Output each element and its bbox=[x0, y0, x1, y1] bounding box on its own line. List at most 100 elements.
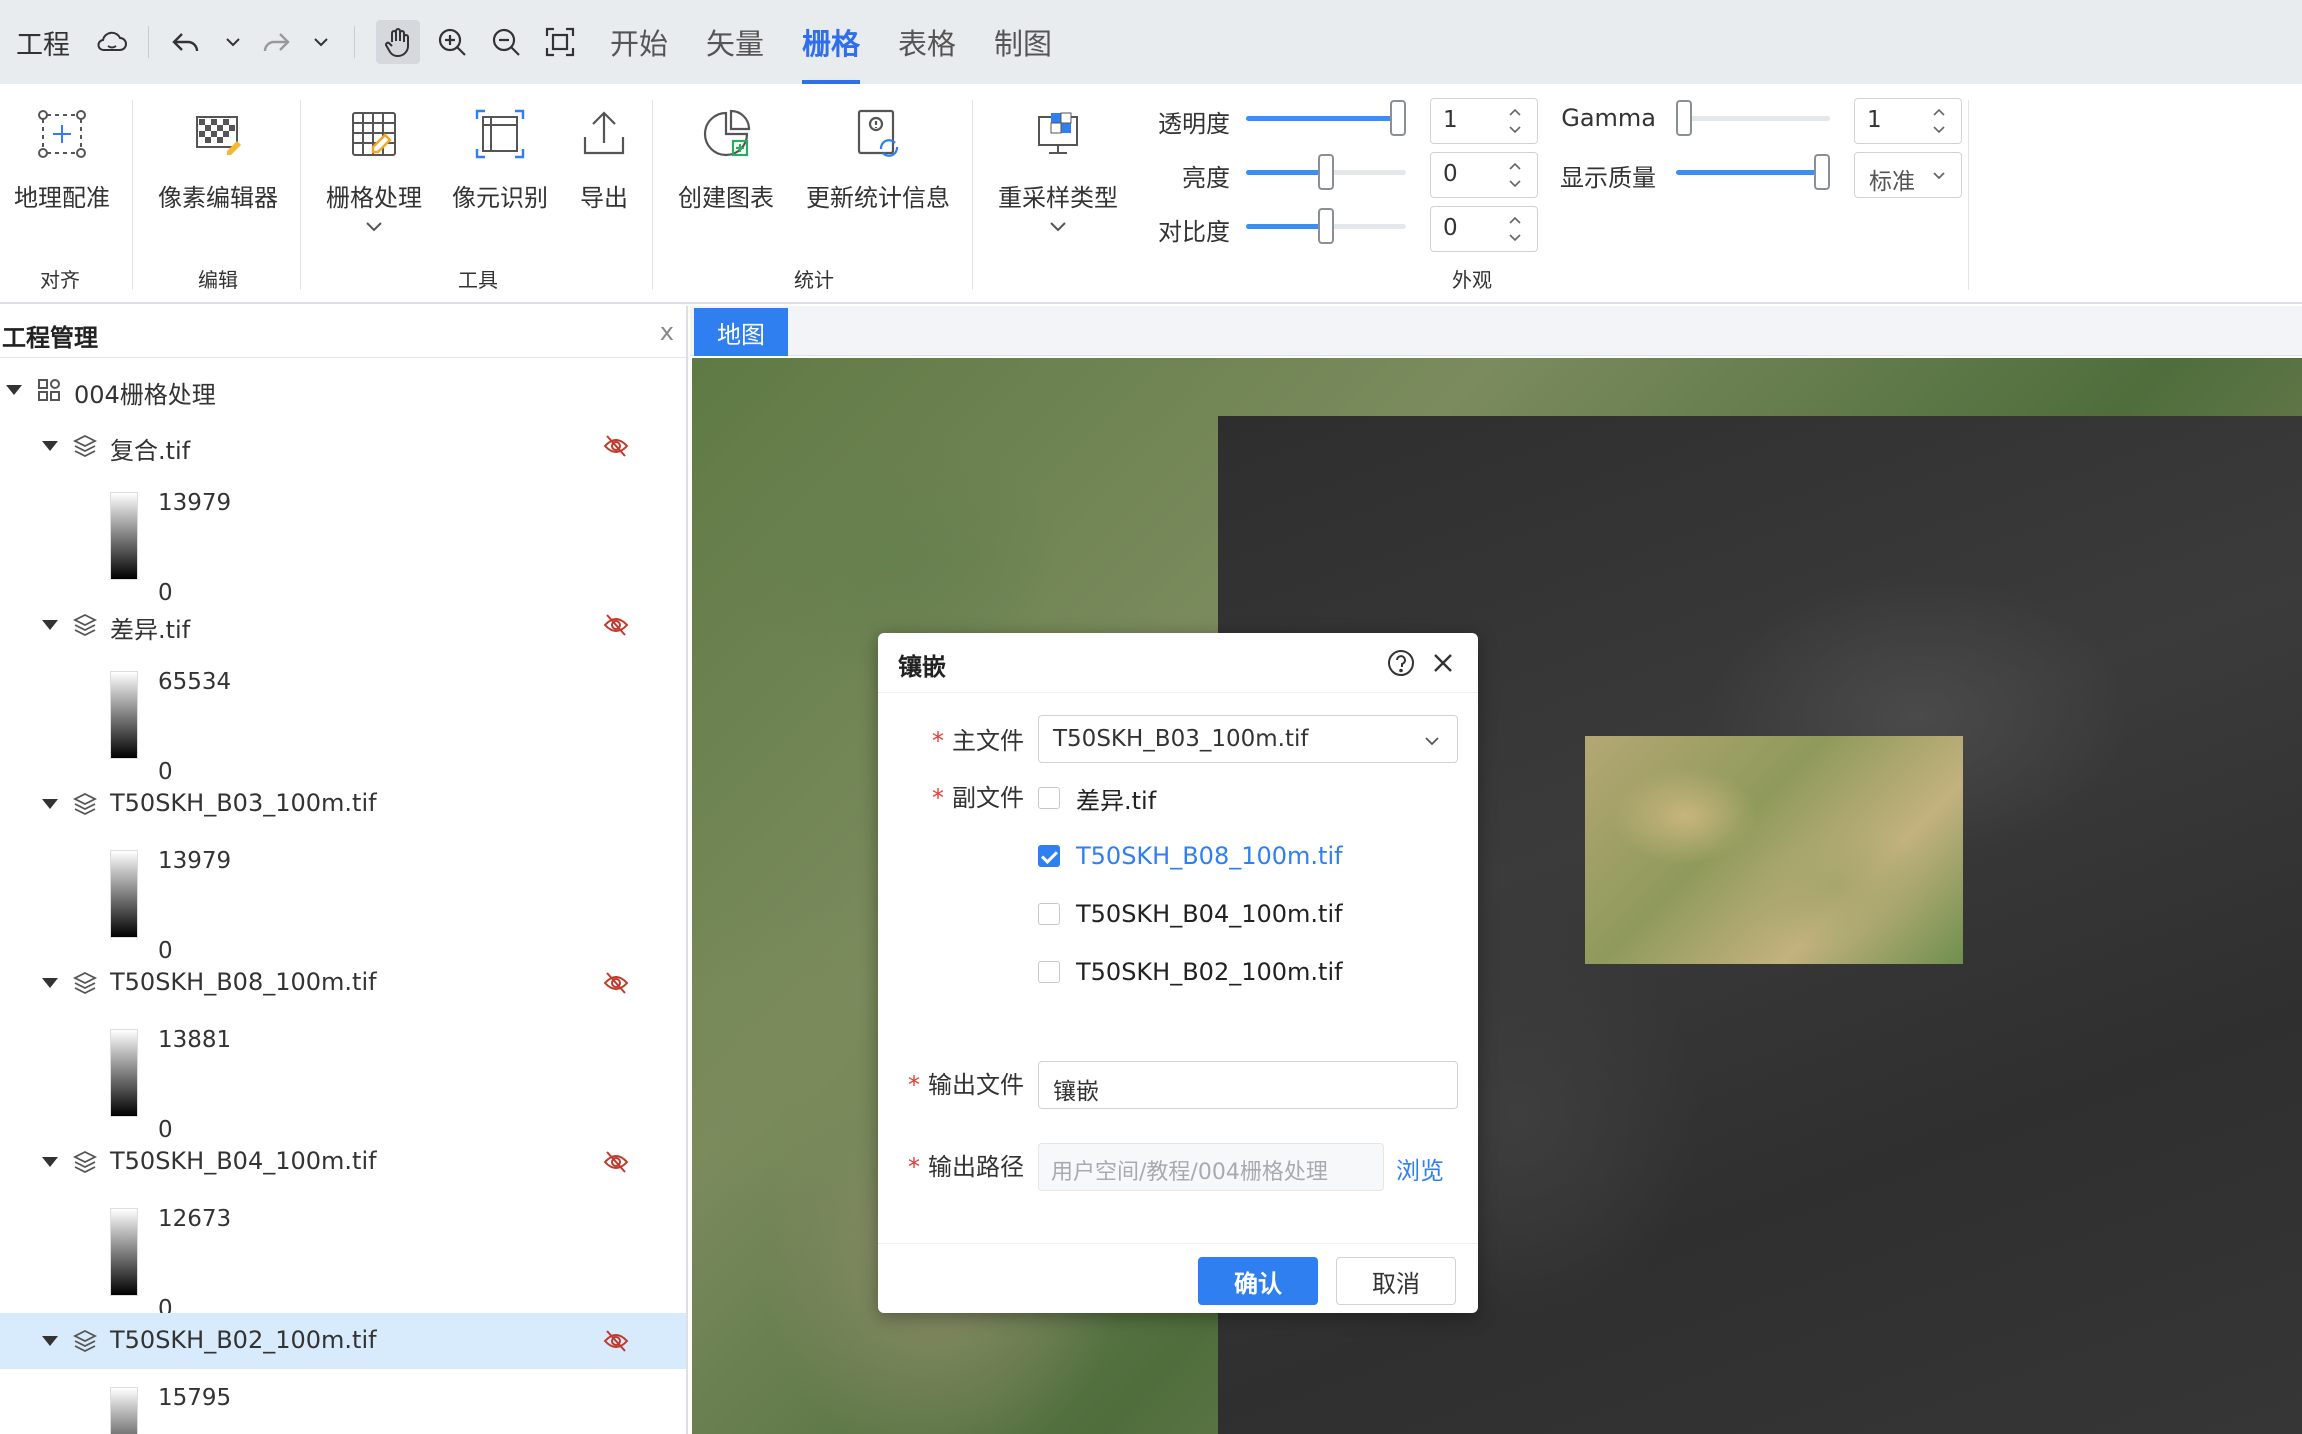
export-label: 导出 bbox=[580, 184, 628, 212]
stepper-arrows-icon[interactable] bbox=[1507, 159, 1523, 191]
caret-down-icon[interactable] bbox=[42, 441, 58, 451]
output-path-input[interactable]: 用户空间/教程/004栅格处理 bbox=[1038, 1143, 1384, 1191]
brightness-stepper[interactable]: 0 bbox=[1430, 152, 1538, 198]
resample-type-button[interactable]: 重采样类型 bbox=[998, 106, 1118, 239]
contrast-label: 对比度 bbox=[1158, 218, 1230, 246]
create-chart-label: 创建图表 bbox=[678, 184, 774, 212]
confirm-button[interactable]: 确认 bbox=[1198, 1257, 1318, 1305]
sub-file-option[interactable]: T50SKH_B04_100m.tif bbox=[1038, 897, 1343, 931]
transparency-slider[interactable] bbox=[1246, 100, 1406, 136]
checkbox[interactable] bbox=[1038, 787, 1060, 809]
output-path-placeholder: 用户空间/教程/004栅格处理 bbox=[1051, 1160, 1328, 1185]
output-file-input[interactable]: 镶嵌 bbox=[1038, 1061, 1458, 1109]
stepper-arrows-icon[interactable] bbox=[1507, 213, 1523, 245]
project-menu[interactable]: 工程 bbox=[16, 0, 70, 84]
gamma-stepper[interactable]: 1 bbox=[1854, 98, 1962, 144]
panel-close-button[interactable]: x bbox=[660, 318, 674, 346]
tab-map[interactable]: 地图 bbox=[694, 308, 788, 356]
caret-down-icon[interactable] bbox=[6, 385, 22, 395]
brightness-slider[interactable] bbox=[1246, 154, 1406, 190]
caret-down-icon[interactable] bbox=[42, 620, 58, 630]
display-quality-select[interactable]: 标准 bbox=[1854, 152, 1962, 198]
layer-row[interactable]: 差异.tif bbox=[0, 597, 686, 653]
transparency-stepper[interactable]: 1 bbox=[1430, 98, 1538, 144]
gamma-slider[interactable] bbox=[1676, 100, 1830, 136]
caret-down-icon[interactable] bbox=[42, 799, 58, 809]
zoom-in-icon[interactable] bbox=[434, 0, 470, 84]
raster-process-button[interactable]: 栅格处理 bbox=[326, 106, 422, 239]
caret-down-icon[interactable] bbox=[42, 1157, 58, 1167]
pixel-editor-label: 像素编辑器 bbox=[158, 184, 278, 212]
geo-register-button[interactable]: 地理配准 bbox=[14, 106, 110, 213]
cancel-button[interactable]: 取消 bbox=[1336, 1257, 1456, 1305]
slider-thumb[interactable] bbox=[1390, 100, 1406, 136]
close-icon[interactable] bbox=[1430, 650, 1456, 676]
main-file-select[interactable]: T50SKH_B03_100m.tif bbox=[1038, 715, 1458, 763]
display-quality-slider[interactable] bbox=[1676, 154, 1830, 190]
undo-dropdown-chevron-icon[interactable] bbox=[222, 0, 244, 84]
checkbox[interactable] bbox=[1038, 845, 1060, 867]
pan-hand-icon[interactable] bbox=[376, 20, 420, 64]
stepper-arrows-icon[interactable] bbox=[1931, 105, 1947, 137]
main-file-value: T50SKH_B03_100m.tif bbox=[1053, 726, 1309, 752]
browse-link[interactable]: 浏览 bbox=[1396, 1151, 1444, 1186]
contrast-slider[interactable] bbox=[1246, 208, 1406, 244]
layer-stack-icon bbox=[72, 1149, 98, 1175]
legend-max-value: 65534 bbox=[158, 669, 232, 695]
export-button[interactable]: 导出 bbox=[576, 106, 632, 213]
create-chart-icon bbox=[698, 106, 754, 162]
mosaic-dialog: 镶嵌 * 主文件 T50SKH_B03_100m.tif * 副文件 差异.tif T… bbox=[878, 633, 1478, 1313]
visibility-hidden-icon[interactable] bbox=[602, 611, 630, 639]
pixel-recognition-label: 像元识别 bbox=[452, 184, 548, 212]
layer-row[interactable]: 复合.tif bbox=[0, 418, 686, 474]
layer-row[interactable]: T50SKH_B04_100m.tif bbox=[0, 1134, 686, 1190]
tree-root[interactable]: 004栅格处理 bbox=[0, 362, 686, 418]
caret-down-icon[interactable] bbox=[42, 978, 58, 988]
menu-start[interactable]: 开始 bbox=[610, 0, 668, 84]
update-stats-button[interactable]: 更新统计信息 bbox=[806, 106, 950, 213]
sub-file-option[interactable]: T50SKH_B08_100m.tif bbox=[1038, 839, 1343, 873]
pixel-recognition-button[interactable]: 像元识别 bbox=[452, 106, 548, 213]
output-file-label: * 输出文件 bbox=[908, 1071, 1024, 1099]
slider-thumb[interactable] bbox=[1318, 208, 1334, 244]
panel-title: 工程管理 bbox=[2, 324, 98, 352]
menu-table[interactable]: 表格 bbox=[898, 0, 956, 84]
full-extent-icon[interactable] bbox=[542, 0, 578, 84]
menu-vector[interactable]: 矢量 bbox=[706, 0, 764, 84]
redo-dropdown-chevron-icon[interactable] bbox=[310, 0, 332, 84]
create-chart-button[interactable]: 创建图表 bbox=[678, 106, 774, 213]
checkbox[interactable] bbox=[1038, 903, 1060, 925]
pixel-recognition-icon bbox=[472, 106, 528, 162]
stepper-arrows-icon[interactable] bbox=[1507, 105, 1523, 137]
group-align-label: 对齐 bbox=[40, 268, 80, 292]
sub-file-option[interactable]: T50SKH_B02_100m.tif bbox=[1038, 955, 1343, 989]
display-quality-label: 显示质量 bbox=[1560, 164, 1656, 192]
layer-row[interactable]: T50SKH_B02_100m.tif bbox=[0, 1313, 686, 1369]
legend-gradient bbox=[110, 671, 138, 759]
sub-file-name: 差异.tif bbox=[1076, 786, 1157, 815]
menu-raster[interactable]: 栅格 bbox=[802, 0, 861, 84]
caret-down-icon[interactable] bbox=[42, 1336, 58, 1346]
group-tools-label: 工具 bbox=[458, 268, 498, 292]
slider-thumb[interactable] bbox=[1676, 100, 1692, 136]
zoom-out-icon[interactable] bbox=[488, 0, 524, 84]
contrast-stepper[interactable]: 0 bbox=[1430, 206, 1538, 252]
help-icon[interactable] bbox=[1386, 648, 1416, 678]
sub-file-option[interactable]: 差异.tif bbox=[1038, 781, 1156, 815]
undo-icon[interactable] bbox=[168, 0, 204, 84]
visibility-hidden-icon[interactable] bbox=[602, 969, 630, 997]
redo-icon[interactable] bbox=[258, 0, 294, 84]
visibility-hidden-icon[interactable] bbox=[602, 1148, 630, 1176]
slider-thumb[interactable] bbox=[1318, 154, 1334, 190]
menu-mapping[interactable]: 制图 bbox=[994, 0, 1052, 84]
layer-row[interactable]: T50SKH_B08_100m.tif bbox=[0, 955, 686, 1011]
pixel-editor-button[interactable]: 像素编辑器 bbox=[158, 106, 278, 213]
layer-row[interactable]: T50SKH_B03_100m.tif bbox=[0, 776, 686, 832]
checkbox[interactable] bbox=[1038, 961, 1060, 983]
dialog-footer-divider bbox=[878, 1243, 1478, 1244]
visibility-hidden-icon[interactable] bbox=[602, 432, 630, 460]
visibility-hidden-icon[interactable] bbox=[602, 1327, 630, 1355]
legend-gradient bbox=[110, 850, 138, 938]
cloud-icon[interactable] bbox=[94, 0, 130, 84]
slider-thumb[interactable] bbox=[1814, 154, 1830, 190]
